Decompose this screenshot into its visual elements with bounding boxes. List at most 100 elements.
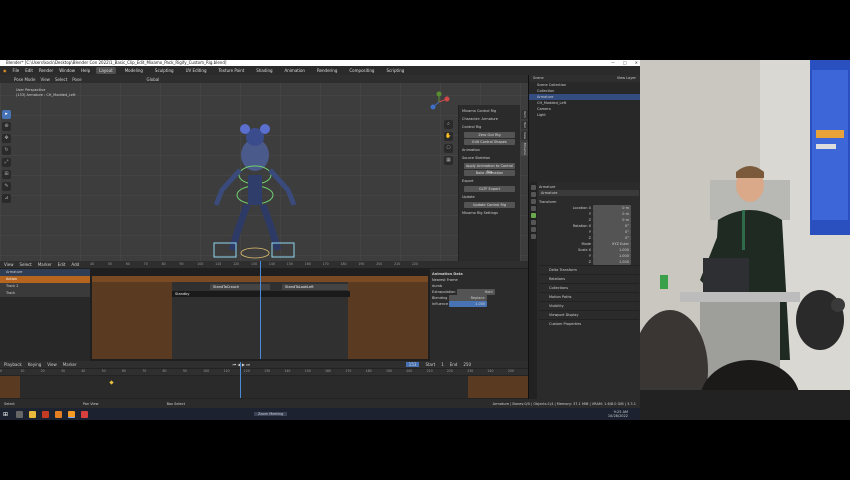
scene-selector[interactable]: Scene: [533, 75, 544, 82]
menu-file[interactable]: File: [13, 68, 20, 73]
timeline-marker-menu[interactable]: Marker: [63, 362, 77, 367]
transform-orientation[interactable]: Global: [147, 77, 160, 82]
navigation-gizmo-icon[interactable]: [428, 91, 450, 113]
end-frame-field[interactable]: 250: [463, 362, 471, 367]
property-section-header[interactable]: Relations: [539, 274, 639, 283]
property-section-header[interactable]: Delta Transform: [539, 265, 639, 274]
workspace-tab-layout[interactable]: Layout: [96, 67, 116, 74]
app-icon-red-2[interactable]: [81, 410, 88, 418]
nla-marker-menu[interactable]: Marker: [38, 262, 52, 267]
ortho-toggle-icon[interactable]: ▦: [444, 156, 453, 165]
property-section-header[interactable]: Viewport Display: [539, 310, 639, 319]
section-control-rig[interactable]: Control Rig: [462, 123, 517, 131]
tab-mixamo[interactable]: Mixamo: [521, 141, 528, 156]
update-control-rig-button[interactable]: Update Control Rig: [464, 202, 515, 208]
transform-tool-icon[interactable]: ⊞: [2, 170, 11, 179]
view-menu[interactable]: View: [40, 77, 50, 82]
tab-item[interactable]: Item: [521, 110, 528, 119]
section-update[interactable]: Update: [462, 193, 517, 201]
menu-render[interactable]: Render: [39, 68, 53, 73]
outliner-row-light[interactable]: Light: [529, 112, 640, 118]
rotate-tool-icon[interactable]: ↻: [2, 146, 11, 155]
menu-window[interactable]: Window: [59, 68, 75, 73]
3d-viewport[interactable]: Pose Mode View Select Pose Global User P…: [0, 75, 528, 275]
property-section-header[interactable]: Collections: [539, 283, 639, 292]
workspace-tab-shading[interactable]: Shading: [253, 67, 275, 74]
playback-menu[interactable]: Playback: [4, 362, 22, 367]
menu-edit[interactable]: Edit: [25, 68, 33, 73]
output-tab-icon[interactable]: [530, 199, 536, 204]
constraint-tab-icon[interactable]: [530, 227, 536, 232]
property-section-header[interactable]: Motion Paths: [539, 292, 639, 301]
object-name-field[interactable]: Armature: [539, 190, 639, 196]
scene-tab-icon[interactable]: [530, 206, 536, 211]
render-tab-icon[interactable]: [530, 192, 536, 197]
timeline-keyframe-area[interactable]: [0, 362, 528, 398]
file-explorer-icon[interactable]: [29, 410, 36, 418]
tab-view[interactable]: View: [521, 130, 528, 140]
timeline-view-menu[interactable]: View: [47, 362, 57, 367]
workspace-tab-animation[interactable]: Animation: [282, 67, 308, 74]
workspace-tab-rendering[interactable]: Rendering: [314, 67, 340, 74]
windows-start-icon[interactable]: ⊞: [3, 411, 10, 418]
strip-stand-to-look-left[interactable]: StandToLookLeft: [282, 284, 348, 290]
gltf-export-button[interactable]: GLTF Export: [464, 186, 515, 192]
playhead-line[interactable]: [260, 261, 261, 359]
menu-help[interactable]: Help: [81, 68, 90, 73]
section-animation[interactable]: Animation: [462, 146, 517, 154]
scale-tool-icon[interactable]: ⤢: [2, 158, 11, 167]
data-tab-icon[interactable]: [530, 234, 536, 239]
zoom-icon[interactable]: ⌕: [444, 120, 453, 129]
nla-add-menu[interactable]: Add: [71, 262, 79, 267]
select-menu[interactable]: Select: [55, 77, 67, 82]
section-export[interactable]: Export: [462, 177, 517, 185]
pose-menu[interactable]: Pose: [72, 77, 81, 82]
view-layer-selector[interactable]: View Layer: [617, 75, 636, 82]
annotate-tool-icon[interactable]: ✎: [2, 182, 11, 191]
transform-field-value[interactable]: 1.000: [593, 259, 631, 265]
workspace-tab-compositing[interactable]: Compositing: [346, 67, 377, 74]
tab-tool[interactable]: Tool: [521, 120, 528, 129]
nla-strip-area[interactable]: StandToCrouch StandToLookLeft Standby: [92, 261, 428, 359]
nla-select-menu[interactable]: Select: [20, 262, 32, 267]
nla-editor[interactable]: View Select Marker Edit Add 40 50 60 70 80 90…: [0, 261, 528, 361]
current-frame-field[interactable]: 153: [405, 362, 420, 367]
character-rig-figure[interactable]: [200, 115, 310, 265]
timeline-playhead[interactable]: [240, 362, 241, 398]
start-frame-field[interactable]: 1: [441, 362, 444, 367]
workspace-tab-uv[interactable]: UV Editing: [183, 67, 210, 74]
strip-stand-to-crouch[interactable]: StandToCrouch: [210, 284, 270, 290]
influence-slider[interactable]: 1.000: [449, 301, 488, 307]
nla-edit-menu[interactable]: Edit: [58, 262, 66, 267]
timeline-editor[interactable]: Playback Keying View Marker ⏮ ◀ ▶ ⏭ 153 …: [0, 361, 528, 399]
mode-dropdown[interactable]: Pose Mode: [14, 77, 35, 82]
track-action[interactable]: Action: [0, 276, 90, 283]
workspace-tab-sculpting[interactable]: Sculpting: [152, 67, 177, 74]
timeline-ruler[interactable]: 0 10 20 30 40 50 60 70 80 90 100 110 120 130 140 150 160…: [0, 369, 528, 375]
firefox-icon[interactable]: [55, 410, 62, 418]
bake-animation-button[interactable]: Bake Animation: [464, 170, 515, 176]
blender-logo-icon[interactable]: ◉: [3, 68, 7, 73]
app-icon-red[interactable]: [42, 410, 49, 418]
track-2[interactable]: Track 2: [0, 283, 90, 290]
pan-hand-icon[interactable]: ✋: [444, 132, 453, 141]
apply-animation-button[interactable]: Apply Animation to Control Rig: [464, 163, 515, 174]
edit-control-shapes-button[interactable]: Edit Control Shapes: [464, 139, 515, 145]
zoom-meeting-task[interactable]: Zoom Meeting: [254, 412, 288, 416]
blender-taskbar-icon[interactable]: [68, 410, 75, 418]
task-view-icon[interactable]: [16, 410, 23, 418]
keying-menu[interactable]: Keying: [28, 362, 41, 367]
zero-out-rig-button[interactable]: Zero Out Rig: [464, 132, 515, 138]
track-armature[interactable]: Armature: [0, 269, 90, 276]
workspace-tab-texture[interactable]: Texture Paint: [215, 67, 247, 74]
tool-tab-icon[interactable]: [530, 185, 536, 190]
property-section-header[interactable]: Custom Properties: [539, 319, 639, 328]
object-tab-icon[interactable]: [530, 213, 536, 218]
section-rig-settings[interactable]: Mixamo Rig Settings: [462, 209, 517, 217]
property-section-header[interactable]: Visibility: [539, 301, 639, 310]
workspace-tab-scripting[interactable]: Scripting: [383, 67, 407, 74]
action-name[interactable]: dumb: [432, 284, 442, 288]
modifier-tab-icon[interactable]: [530, 220, 536, 225]
move-tool-icon[interactable]: ✥: [2, 134, 11, 143]
select-tool-icon[interactable]: ▸: [2, 110, 11, 119]
